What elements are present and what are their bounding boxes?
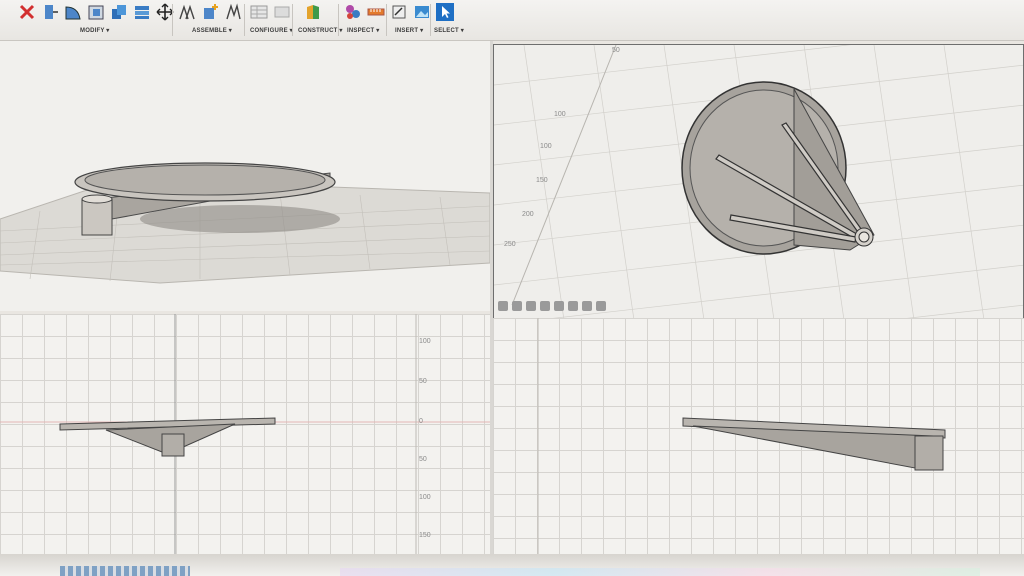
taskbar-icons — [60, 566, 190, 576]
fillet-icon[interactable] — [64, 3, 82, 21]
insert-image-icon[interactable] — [413, 3, 431, 21]
assemble-label[interactable]: ASSEMBLE ▾ — [192, 27, 232, 34]
as-built-joint-icon[interactable] — [224, 3, 242, 21]
fit-icon[interactable] — [554, 301, 564, 311]
inspect-label[interactable]: INSPECT ▾ — [347, 27, 379, 34]
modify-group: MODIFY ▾ — [18, 0, 174, 40]
layers-icon[interactable] — [133, 3, 151, 21]
toolbar-separator — [386, 4, 387, 36]
ruler-tick: 150 — [536, 177, 548, 184]
pan-icon[interactable] — [526, 301, 536, 311]
ruler-tick: 50 — [419, 456, 427, 463]
select-label[interactable]: SELECT ▾ — [434, 27, 464, 34]
grid-settings-icon[interactable] — [582, 301, 592, 311]
construct-label[interactable]: CONSTRUCT ▾ — [298, 27, 343, 34]
ruler-tick: 100 — [554, 111, 566, 118]
press-pull-icon[interactable] — [41, 3, 59, 21]
ruler-tick: 0 — [419, 418, 423, 425]
ruler-tick: 150 — [419, 532, 431, 539]
viewport-nav-bar — [498, 299, 606, 313]
toolbar-separator — [292, 4, 293, 36]
toolbar: MODIFY ▾ ASSEMBLE ▾ CONFIGURE ▾ CONSTRUC… — [0, 0, 1024, 41]
orbit-icon[interactable] — [498, 301, 508, 311]
ruler-tick: 100 — [419, 338, 431, 345]
viewport-perspective[interactable] — [0, 41, 490, 311]
perspective-model — [0, 162, 490, 284]
construct-group: CONSTRUCT ▾ — [298, 0, 342, 40]
viewport-top[interactable]: 50 100 100 150 200 250 — [493, 44, 1024, 319]
select-cursor-icon[interactable] — [436, 3, 454, 21]
toolbar-separator — [172, 4, 173, 36]
insert-derive-icon[interactable] — [390, 3, 408, 21]
top-view-grid — [494, 45, 1023, 318]
modify-label[interactable]: MODIFY ▾ — [80, 27, 110, 34]
joint-icon[interactable] — [178, 3, 196, 21]
right-view-model — [537, 318, 946, 554]
ruler-tick: 100 — [419, 494, 431, 501]
shell-icon[interactable] — [87, 3, 105, 21]
ruler-tick: 50 — [419, 378, 427, 385]
select-group: SELECT ▾ — [434, 0, 464, 40]
ruler-tick: 50 — [612, 47, 620, 54]
display-settings-icon[interactable] — [568, 301, 578, 311]
configure-rule-icon[interactable] — [273, 3, 291, 21]
configure-group: CONFIGURE ▾ — [250, 0, 293, 40]
ruler-tick: 100 — [540, 143, 552, 150]
toolbar-separator — [244, 4, 245, 36]
insert-label[interactable]: INSERT ▾ — [395, 27, 423, 34]
combine-icon[interactable] — [110, 3, 128, 21]
configure-label[interactable]: CONFIGURE ▾ — [250, 27, 293, 34]
ruler-tick: 250 — [504, 241, 516, 248]
taskbar-reflection — [340, 568, 980, 576]
ruler-tick: 200 — [522, 211, 534, 218]
offset-plane-icon[interactable] — [304, 3, 322, 21]
toolbar-separator — [338, 4, 339, 36]
configure-table-icon[interactable] — [250, 3, 268, 21]
inspect-group: INSPECT ▾ — [344, 0, 385, 40]
zoom-icon[interactable] — [540, 301, 550, 311]
measure-icon[interactable] — [367, 3, 385, 21]
front-view-model — [0, 314, 490, 554]
section-analysis-icon[interactable] — [344, 3, 362, 21]
viewport-front[interactable]: 100 50 0 50 100 150 — [0, 314, 490, 554]
toolbar-separator — [430, 4, 431, 36]
assemble-group: ASSEMBLE ▾ — [178, 0, 242, 40]
new-component-icon[interactable] — [201, 3, 219, 21]
look-at-icon[interactable] — [512, 301, 522, 311]
viewports-icon[interactable] — [596, 301, 606, 311]
delete-icon[interactable] — [18, 3, 36, 21]
insert-group: INSERT ▾ — [390, 0, 430, 40]
viewport-right[interactable] — [493, 318, 1024, 554]
